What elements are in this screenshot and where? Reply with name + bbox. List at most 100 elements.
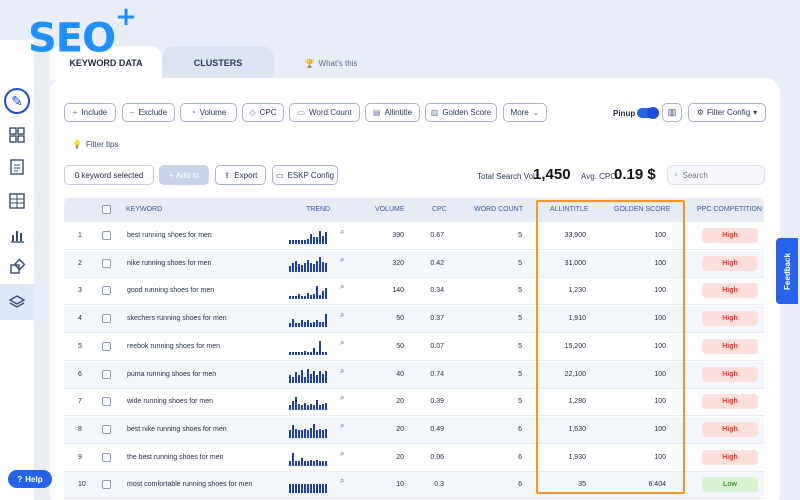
trend-bar [301, 369, 303, 383]
include-button[interactable]: + Include [64, 103, 116, 122]
brand-icon[interactable]: ✎ [4, 88, 30, 114]
table-row[interactable]: 2 nike running shoes for men ⌕ 320 0.42 5 31,0… [64, 250, 764, 278]
layout-button[interactable]: ▥ [662, 103, 682, 122]
filter-tips-link[interactable]: 💡 Filter tips [72, 140, 118, 149]
pinup-toggle[interactable] [637, 107, 659, 119]
row-checkbox[interactable] [102, 369, 111, 379]
row-checkbox[interactable] [102, 314, 111, 324]
col-ppc-competition[interactable]: PPC COMPETITION [697, 206, 762, 213]
eskp-config-button[interactable]: ▭ ESKP Config [272, 165, 338, 185]
tab-clusters[interactable]: CLUSTERS [162, 46, 274, 80]
chart-icon[interactable] [8, 226, 26, 244]
trend-sparkline [289, 256, 327, 272]
trend-bar [325, 232, 327, 244]
trend-sparkline [289, 394, 327, 411]
table-row[interactable]: 9 the best running shoes for men ⌕ 20 0.06 6 1… [64, 445, 764, 472]
row-checkbox[interactable] [102, 258, 111, 268]
magnify-icon[interactable]: ⌕ [340, 449, 344, 459]
trend-bar [322, 261, 324, 272]
more-dropdown[interactable]: More ⌄ [503, 103, 547, 122]
magnify-icon[interactable]: ⌕ [340, 366, 344, 376]
search-input[interactable] [682, 170, 753, 180]
row-number: 4 [78, 315, 82, 323]
keyword-selected-count: 0 keyword selected [64, 165, 154, 185]
table-row[interactable]: 8 best nike running shoes for men ⌕ 20 0.49 6… [64, 416, 764, 444]
feedback-tab[interactable]: Feedback [776, 238, 798, 304]
help-button[interactable]: ? Help [8, 470, 52, 488]
filter-config-dropdown[interactable]: ⚙ Filter Config ▾ [688, 103, 766, 122]
col-word-count[interactable]: WORD COUNT [474, 206, 523, 213]
minus-icon: − [129, 108, 135, 117]
table-row[interactable]: 5 reebok running shoes for men ⌕ 50 0.07 5 15,… [64, 334, 764, 361]
help-icon: ? [17, 474, 23, 484]
row-checkbox[interactable] [102, 424, 111, 434]
golden-score-cell: 100 [654, 315, 666, 323]
trend-bar [313, 424, 315, 438]
allintitle-button[interactable]: ▤ Allintitle [365, 103, 420, 122]
ppc-badge: High [702, 394, 758, 410]
volume-button[interactable]: ◔ Volume [180, 103, 237, 122]
golden-score-cell: 6.404 [648, 481, 666, 489]
add-to-button[interactable]: + Add to [159, 165, 209, 185]
word-count-button[interactable]: ▭ Word Count [289, 103, 360, 122]
row-checkbox[interactable] [102, 286, 111, 296]
trend-bar [292, 351, 294, 355]
trend-bar [322, 404, 324, 411]
golden-score-button[interactable]: ▥ Golden Score [425, 103, 497, 122]
trend-bar [298, 240, 300, 244]
export-button[interactable]: ⇪ Export [215, 165, 266, 185]
trend-bar [325, 314, 327, 328]
magnify-icon[interactable]: ⌕ [340, 421, 344, 431]
table-row[interactable]: 3 good running shoes for men ⌕ 140 0.34 5 1,23… [64, 278, 764, 306]
col-cpc[interactable]: CPC [432, 206, 447, 213]
trend-bar [304, 262, 306, 272]
magnify-icon[interactable]: ⌕ [340, 338, 344, 348]
trend-bar [304, 296, 306, 300]
golden-score-cell: 100 [654, 453, 666, 461]
trend-bar [313, 404, 315, 411]
grid-icon[interactable] [8, 126, 26, 144]
magnify-icon[interactable]: ⌕ [340, 476, 344, 486]
puzzle-icon[interactable] [8, 258, 26, 276]
magnify-icon[interactable]: ⌕ [340, 310, 344, 320]
select-all-checkbox[interactable] [102, 205, 111, 214]
search-box[interactable]: ⌕ [667, 165, 765, 185]
volume-cell: 390 [392, 232, 404, 239]
magnify-icon[interactable]: ⌕ [340, 255, 344, 265]
table-row[interactable]: 4 skechers running shoes for men ⌕ 50 0.37 5 1… [64, 306, 764, 334]
row-checkbox[interactable] [102, 452, 111, 462]
trend-bar [295, 296, 297, 300]
layers-icon[interactable] [8, 293, 26, 311]
cpc-button[interactable]: ◇ CPC [242, 103, 284, 122]
col-keyword[interactable]: KEYWORD [126, 206, 162, 213]
table-row[interactable]: 10 most comfortable running shoes for men… [64, 472, 764, 500]
row-checkbox[interactable] [102, 231, 111, 240]
row-checkbox[interactable] [102, 480, 111, 490]
report-icon[interactable] [8, 158, 26, 176]
seo-logo: SEO+ [28, 2, 137, 62]
table-icon[interactable] [8, 192, 26, 210]
col-golden-score[interactable]: GOLDEN SCORE [614, 206, 670, 213]
exclude-button[interactable]: − Exclude [122, 103, 175, 122]
table-row[interactable]: 1 best running shoes for men ⌕ 390 0.67 5 33,9… [64, 223, 764, 250]
col-allintitle[interactable]: ALLINTITLE [550, 206, 589, 213]
trend-sparkline [289, 283, 327, 300]
ppc-badge: High [702, 311, 758, 327]
table-row[interactable]: 6 puma running shoes for men ⌕ 40 0.74 5 22,10… [64, 361, 764, 389]
magnify-icon[interactable]: ⌕ [340, 227, 344, 237]
allintitle-cell: 15,200 [564, 342, 586, 350]
whats-this-link[interactable]: 🏆 What's this [296, 46, 366, 80]
trend-bar [295, 261, 297, 272]
trend-bar [316, 375, 318, 383]
table-row[interactable]: 7 wide running shoes for men ⌕ 20 0.39 5 1,280… [64, 389, 764, 417]
trend-bar [301, 320, 303, 328]
keyword-cell: good running shoes for men [127, 287, 215, 295]
row-checkbox[interactable] [102, 341, 111, 351]
trend-bar [307, 259, 309, 272]
row-checkbox[interactable] [102, 397, 111, 407]
magnify-icon[interactable]: ⌕ [340, 282, 344, 292]
col-volume[interactable]: VOLUME [375, 206, 405, 213]
trend-sparkline [289, 477, 327, 494]
cpc-cell: 0.67 [430, 232, 444, 239]
magnify-icon[interactable]: ⌕ [340, 393, 344, 403]
